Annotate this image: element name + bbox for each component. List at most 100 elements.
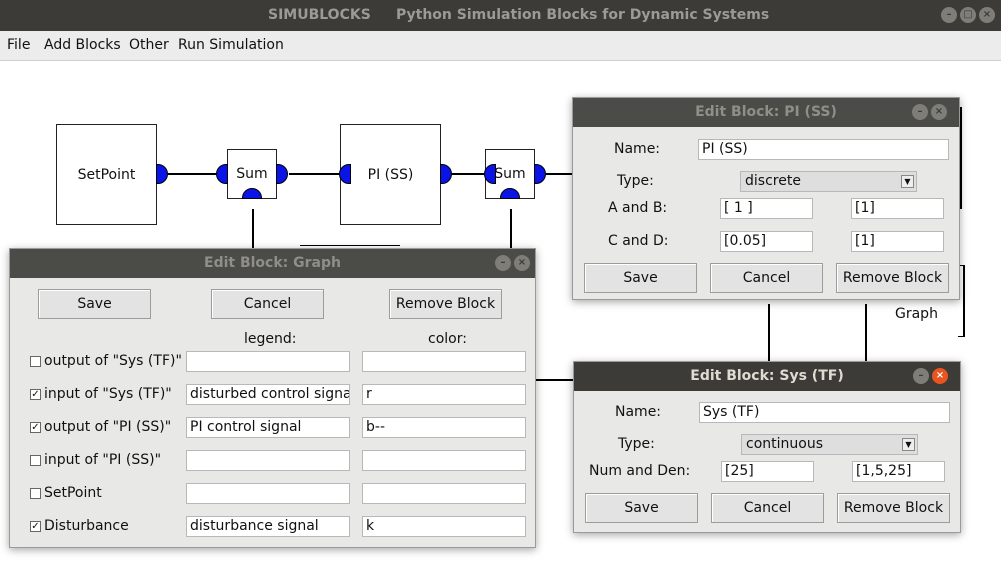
sum1-output-port[interactable] (276, 164, 288, 184)
pi-name-field[interactable]: PI (SS) (698, 139, 949, 160)
tf-name-field[interactable]: Sys (TF) (699, 402, 950, 423)
pi-edit-dialog: Edit Block: PI (SS) – × Name: PI (SS) Ty… (572, 97, 960, 300)
graph-row-legend-field[interactable]: disturbance signal (186, 516, 350, 537)
graph-row-label: input of "PI (SS)" (44, 452, 162, 468)
minimize-icon[interactable]: – (495, 255, 511, 271)
minimize-icon[interactable]: – (941, 7, 957, 23)
pi-save-button[interactable]: Save (584, 263, 697, 293)
graph-row-checkbox[interactable] (30, 488, 41, 499)
graph-remove-block-button[interactable]: Remove Block (389, 289, 502, 319)
close-icon[interactable]: × (979, 7, 995, 23)
menu-add-blocks[interactable]: Add Blocks (44, 37, 121, 53)
tf-type-select[interactable]: continuous ▼ (741, 434, 918, 455)
tf-edit-dialog: Edit Block: Sys (TF) – × Name: Sys (TF) … (573, 361, 961, 533)
menu-run-simulation[interactable]: Run Simulation (178, 37, 284, 53)
close-icon[interactable]: × (932, 368, 948, 384)
window-titlebar: SIMUBLOCKS Python Simulation Blocks for … (0, 0, 1001, 31)
graph-row-checkbox[interactable]: ✓ (30, 389, 41, 400)
menu-file[interactable]: File (7, 37, 30, 53)
graph-row-color-field[interactable]: b-- (362, 417, 526, 438)
minimize-icon[interactable]: – (913, 368, 929, 384)
graph-row-checkbox[interactable]: ✓ (30, 422, 41, 433)
sum-block-1-label: Sum (236, 166, 268, 182)
graph-row-label: Disturbance (44, 518, 129, 534)
setpoint-output-port[interactable] (156, 164, 168, 184)
graph-row-color-field[interactable] (362, 483, 526, 504)
pi-b-field[interactable]: [1] (851, 198, 944, 219)
graph-row-label: SetPoint (44, 485, 102, 501)
pi-d-field[interactable]: [1] (851, 231, 944, 252)
graph-row-legend-field[interactable]: disturbed control signal (186, 384, 350, 405)
pi-output-port[interactable] (440, 164, 452, 184)
graph-row-color-field[interactable]: r (362, 384, 526, 405)
pi-type-select[interactable]: discrete ▼ (740, 171, 917, 192)
graph-row-label: output of "Sys (TF)" (44, 353, 182, 369)
window-controls: – □ × (941, 7, 995, 23)
graph-row-checkbox[interactable]: ✓ (30, 521, 41, 532)
pi-cancel-button[interactable]: Cancel (710, 263, 823, 293)
pi-type-label: Type: (617, 173, 654, 189)
graph-row-color-field[interactable] (362, 351, 526, 372)
minimize-icon[interactable]: – (912, 104, 928, 120)
app-subtitle: Python Simulation Blocks for Dynamic Sys… (396, 7, 770, 23)
tf-type-label: Type: (618, 436, 655, 452)
sum1-input-port[interactable] (216, 164, 228, 184)
chevron-down-icon: ▼ (902, 438, 915, 451)
pi-dialog-titlebar: Edit Block: PI (SS) (573, 98, 959, 127)
graph-save-button[interactable]: Save (38, 289, 151, 319)
close-icon[interactable]: × (514, 255, 530, 271)
pi-dialog-controls: – × (912, 104, 947, 120)
tf-den-field[interactable]: [1,5,25] (852, 461, 945, 482)
graph-dialog-controls: – × (495, 255, 530, 271)
graph-row-checkbox[interactable] (30, 455, 41, 466)
graph-row-legend-field[interactable] (186, 450, 350, 471)
graph-cancel-button[interactable]: Cancel (211, 289, 324, 319)
wire-sum1-feedback (252, 209, 254, 249)
pi-c-field[interactable]: [0.05] (720, 231, 813, 252)
graph-row-color-field[interactable]: k (362, 516, 526, 537)
menu-bar: File Add Blocks Other Run Simulation (0, 31, 1001, 61)
tf-remove-block-button[interactable]: Remove Block (837, 493, 950, 523)
pi-cd-label: C and D: (608, 233, 669, 249)
pi-block[interactable]: PI (SS) (340, 124, 441, 225)
graph-row-legend-field[interactable] (186, 483, 350, 504)
pi-type-value: discrete (745, 173, 801, 189)
pi-name-label: Name: (614, 141, 661, 157)
tf-save-button[interactable]: Save (585, 493, 698, 523)
wire-pi-right (960, 107, 962, 209)
close-icon[interactable]: × (931, 104, 947, 120)
wire-graph-sys (535, 379, 575, 381)
wire-sum2-feedback (510, 209, 512, 249)
menu-other[interactable]: Other (129, 37, 169, 53)
sum-block-2-label: Sum (494, 166, 526, 182)
pi-ab-label: A and B: (608, 200, 668, 216)
pi-a-field[interactable]: [ 1 ] (720, 198, 813, 219)
tf-dialog-controls: – × (913, 368, 948, 384)
tf-cancel-button[interactable]: Cancel (711, 493, 824, 523)
wire-pi-sum (451, 173, 486, 175)
app-title: SIMUBLOCKS (268, 7, 371, 23)
wire-vertical-2 (865, 304, 867, 361)
graph-row-legend-field[interactable]: PI control signal (186, 417, 350, 438)
pi-remove-block-button[interactable]: Remove Block (836, 263, 949, 293)
graph-row-legend-field[interactable] (186, 351, 350, 372)
graph-block-label: Graph (895, 306, 938, 322)
graph-row-label: output of "PI (SS)" (44, 419, 172, 435)
pi-block-label: PI (SS) (367, 166, 414, 183)
tf-numden-label: Num and Den: (589, 463, 691, 479)
wire-graph-right (963, 265, 965, 337)
graph-row-checkbox[interactable] (30, 356, 41, 367)
tf-num-field[interactable]: [25] (721, 461, 814, 482)
wire-sum-pi (289, 173, 341, 175)
sum2-output-port[interactable] (534, 164, 546, 184)
setpoint-block-label: SetPoint (77, 166, 136, 183)
graph-dialog-titlebar: Edit Block: Graph (10, 249, 535, 278)
graph-row-color-field[interactable] (362, 450, 526, 471)
setpoint-block[interactable]: SetPoint (56, 124, 157, 225)
maximize-icon[interactable]: □ (960, 7, 976, 23)
chevron-down-icon: ▼ (901, 175, 914, 188)
wire-graph-bottom (958, 336, 965, 337)
tf-name-label: Name: (615, 404, 662, 420)
legend-header: legend: (244, 331, 297, 347)
wire-vertical-1 (768, 304, 770, 361)
